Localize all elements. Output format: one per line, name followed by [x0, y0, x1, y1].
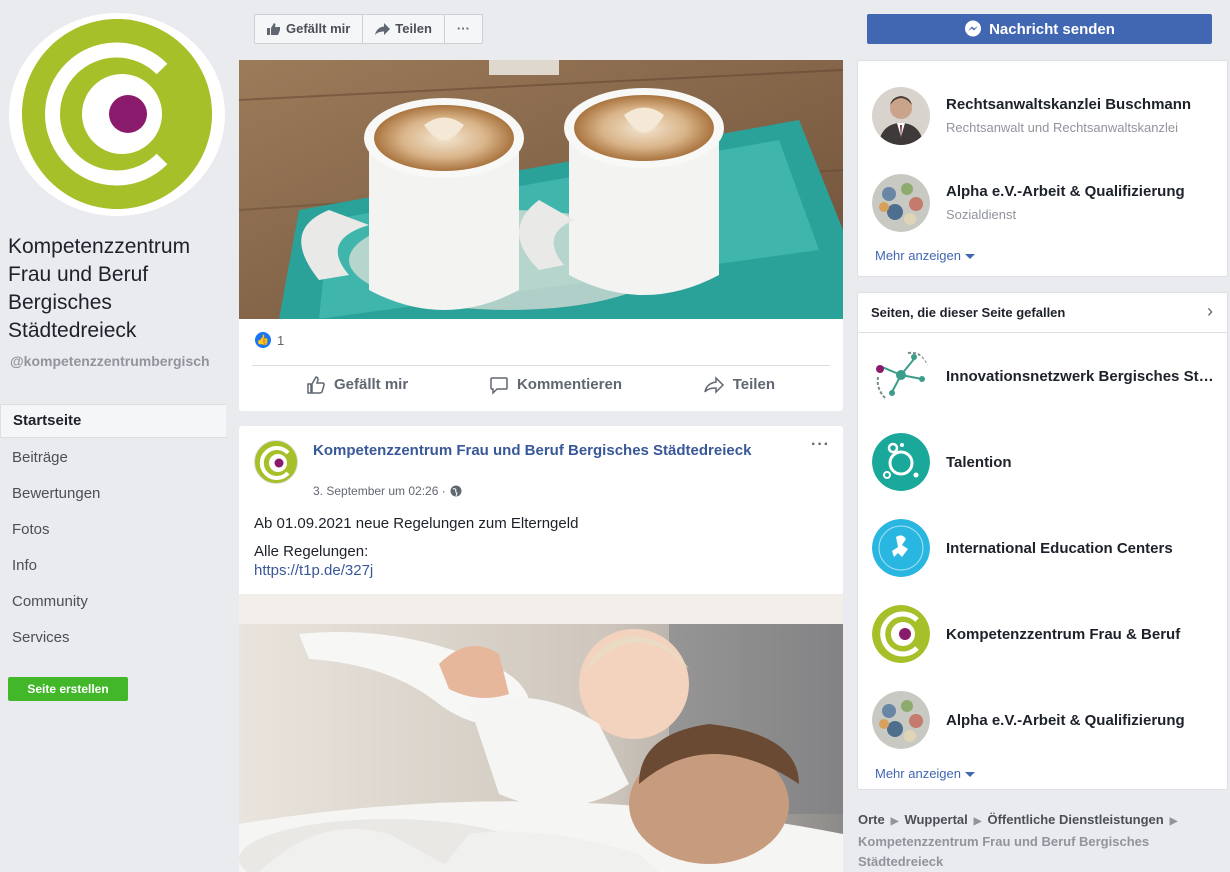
- suggested-page-category: Sozialdienst: [946, 207, 1017, 222]
- liked-pages-header[interactable]: Seiten, die dieser Seite gefallen ›: [858, 293, 1227, 333]
- messenger-icon: [965, 20, 982, 37]
- like-count: 1: [277, 332, 285, 348]
- suggested-page-avatar: [872, 87, 930, 145]
- comment-post-button[interactable]: Kommentieren: [489, 366, 622, 403]
- show-more-link[interactable]: Mehr anzeigen: [875, 766, 975, 781]
- related-pages-card: Rechtsanwaltskanzlei Buschmann Rechtsanw…: [857, 60, 1228, 277]
- suggested-page-name: Rechtsanwaltskanzlei Buschmann: [946, 96, 1192, 113]
- share-label: Teilen: [732, 376, 775, 393]
- liked-page[interactable]: Kompetenzzentrum Frau & Beruf: [872, 605, 1222, 665]
- page-handle[interactable]: @kompetenzzentrumbergisch: [10, 353, 220, 370]
- suggested-page-name: Alpha e.V.-Arbeit & Qualifizierung: [946, 183, 1185, 200]
- breadcrumb-item[interactable]: Orte: [858, 812, 885, 827]
- comment-bubble-icon: [490, 376, 508, 395]
- liked-page[interactable]: Alpha e.V.-Arbeit & Qualifizierung: [872, 691, 1222, 751]
- create-page-button[interactable]: Seite erstellen: [8, 677, 128, 701]
- liked-page-avatar: [872, 519, 930, 577]
- suggested-page[interactable]: Rechtsanwaltskanzlei Buschmann Rechtsanw…: [872, 87, 1222, 147]
- share-post-button[interactable]: Teilen: [703, 366, 775, 403]
- thumbs-up-outline-icon: [307, 375, 325, 394]
- post-author-name[interactable]: Kompetenzzentrum Frau und Beruf Bergisch…: [313, 440, 753, 461]
- father-baby-photo[interactable]: [239, 594, 843, 872]
- nav-item-community[interactable]: Community: [0, 584, 226, 620]
- nav-item-fotos[interactable]: Fotos: [0, 512, 226, 548]
- liked-page-name: Kompetenzzentrum Frau & Beruf: [946, 626, 1181, 643]
- left-column: Kompetenzzentrum Frau und Beruf Bergisch…: [0, 0, 232, 872]
- suggested-page-category: Rechtsanwalt und Rechtsanwaltskanzlei: [946, 120, 1178, 135]
- like-post-button[interactable]: Gefällt mir: [306, 366, 408, 403]
- globe-icon: [450, 485, 462, 497]
- triangle-right-icon: ▶: [973, 816, 982, 827]
- triangle-right-icon: ▶: [1169, 816, 1178, 827]
- more-options-button[interactable]: ···: [445, 15, 482, 43]
- send-message-label: Nachricht senden: [989, 20, 1115, 38]
- like-label: Gefällt mir: [334, 376, 409, 393]
- nav-item-startseite[interactable]: Startseite: [0, 404, 226, 438]
- share-page-button[interactable]: Teilen: [363, 15, 445, 43]
- triangle-right-icon: ▶: [890, 816, 899, 827]
- post-timestamp[interactable]: 3. September um 02:26 ·: [313, 484, 462, 498]
- post-time-text: 3. September um 02:26 ·: [313, 484, 446, 498]
- coffee-photo[interactable]: [239, 60, 843, 319]
- liked-page[interactable]: International Education Centers: [872, 519, 1222, 579]
- suggested-page-avatar: [872, 174, 930, 232]
- nav-item-info[interactable]: Info: [0, 548, 226, 584]
- page-logo: [22, 19, 212, 209]
- liked-page[interactable]: Talention: [872, 433, 1222, 493]
- liked-page-name: Alpha e.V.-Arbeit & Qualifizierung: [946, 712, 1185, 729]
- post-card: 👍 1 Gefällt mir Kommentieren Teilen: [239, 60, 843, 411]
- breadcrumb: Orte ▶ Wuppertal ▶ Öffentliche Dienstleistun…: [858, 810, 1222, 872]
- like-page-label: Gefällt mir: [286, 21, 351, 36]
- chevron-right-icon: ›: [1207, 301, 1213, 321]
- show-more-label: Mehr anzeigen: [875, 766, 961, 781]
- thumbs-up-icon: [267, 23, 280, 35]
- nav-item-services[interactable]: Services: [0, 620, 226, 656]
- send-message-button[interactable]: Nachricht senden: [867, 14, 1212, 44]
- page-profile-picture[interactable]: [9, 13, 225, 216]
- caret-down-icon: [965, 772, 975, 777]
- post-author-avatar[interactable]: [254, 440, 298, 484]
- nav-item-beitraege[interactable]: Beiträge: [0, 440, 226, 476]
- post-text-line2: Alle Regelungen:: [254, 543, 369, 560]
- post-text: Ab 01.09.2021 neue Regelungen zum Eltern…: [254, 515, 579, 532]
- post-options-button[interactable]: ···: [811, 436, 830, 454]
- breadcrumb-current: Kompetenzzentrum Frau und Beruf Bergisch…: [858, 834, 1150, 869]
- show-more-label: Mehr anzeigen: [875, 248, 961, 263]
- liked-pages-card: Seiten, die dieser Seite gefallen › Inno…: [857, 292, 1228, 790]
- breadcrumb-item[interactable]: Wuppertal: [904, 812, 967, 827]
- liked-page-avatar: [872, 691, 930, 749]
- post-actions: Gefällt mir Kommentieren Teilen: [252, 365, 830, 403]
- liked-page-avatar: [872, 347, 930, 405]
- page-title[interactable]: Kompetenzzentrum Frau und Beruf Bergisch…: [8, 233, 228, 345]
- show-more-link[interactable]: Mehr anzeigen: [875, 248, 975, 263]
- caret-down-icon: [965, 254, 975, 259]
- liked-page-avatar: [872, 605, 930, 663]
- liked-pages-title: Seiten, die dieser Seite gefallen: [871, 305, 1066, 320]
- nav-item-bewertungen[interactable]: Bewertungen: [0, 476, 226, 512]
- liked-page-name: International Education Centers: [946, 540, 1173, 557]
- suggested-page[interactable]: Alpha e.V.-Arbeit & Qualifizierung Sozia…: [872, 174, 1222, 234]
- share-outline-icon: [704, 375, 724, 394]
- like-reaction-icon: 👍: [255, 332, 271, 348]
- share-page-label: Teilen: [395, 21, 432, 36]
- page-nav: Startseite Beiträge Bewertungen Fotos In…: [0, 404, 226, 656]
- page-action-toolbar: Gefällt mir Teilen ···: [254, 14, 483, 44]
- share-arrow-icon: [375, 23, 391, 35]
- post-card: Kompetenzzentrum Frau und Beruf Bergisch…: [239, 426, 843, 872]
- post-link[interactable]: https://t1p.de/327j: [254, 561, 373, 580]
- liked-page-name: Talention: [946, 454, 1012, 471]
- breadcrumb-item[interactable]: Öffentliche Dienstleistungen: [987, 812, 1163, 827]
- like-page-button[interactable]: Gefällt mir: [255, 15, 364, 43]
- liked-page-avatar: [872, 433, 930, 491]
- comment-label: Kommentieren: [516, 376, 622, 393]
- reaction-summary[interactable]: 👍 1: [255, 332, 284, 348]
- liked-page[interactable]: Innovationsnetzwerk Bergisches Städtedre…: [872, 347, 1222, 407]
- liked-page-name: Innovationsnetzwerk Bergisches Städtedre…: [946, 368, 1216, 385]
